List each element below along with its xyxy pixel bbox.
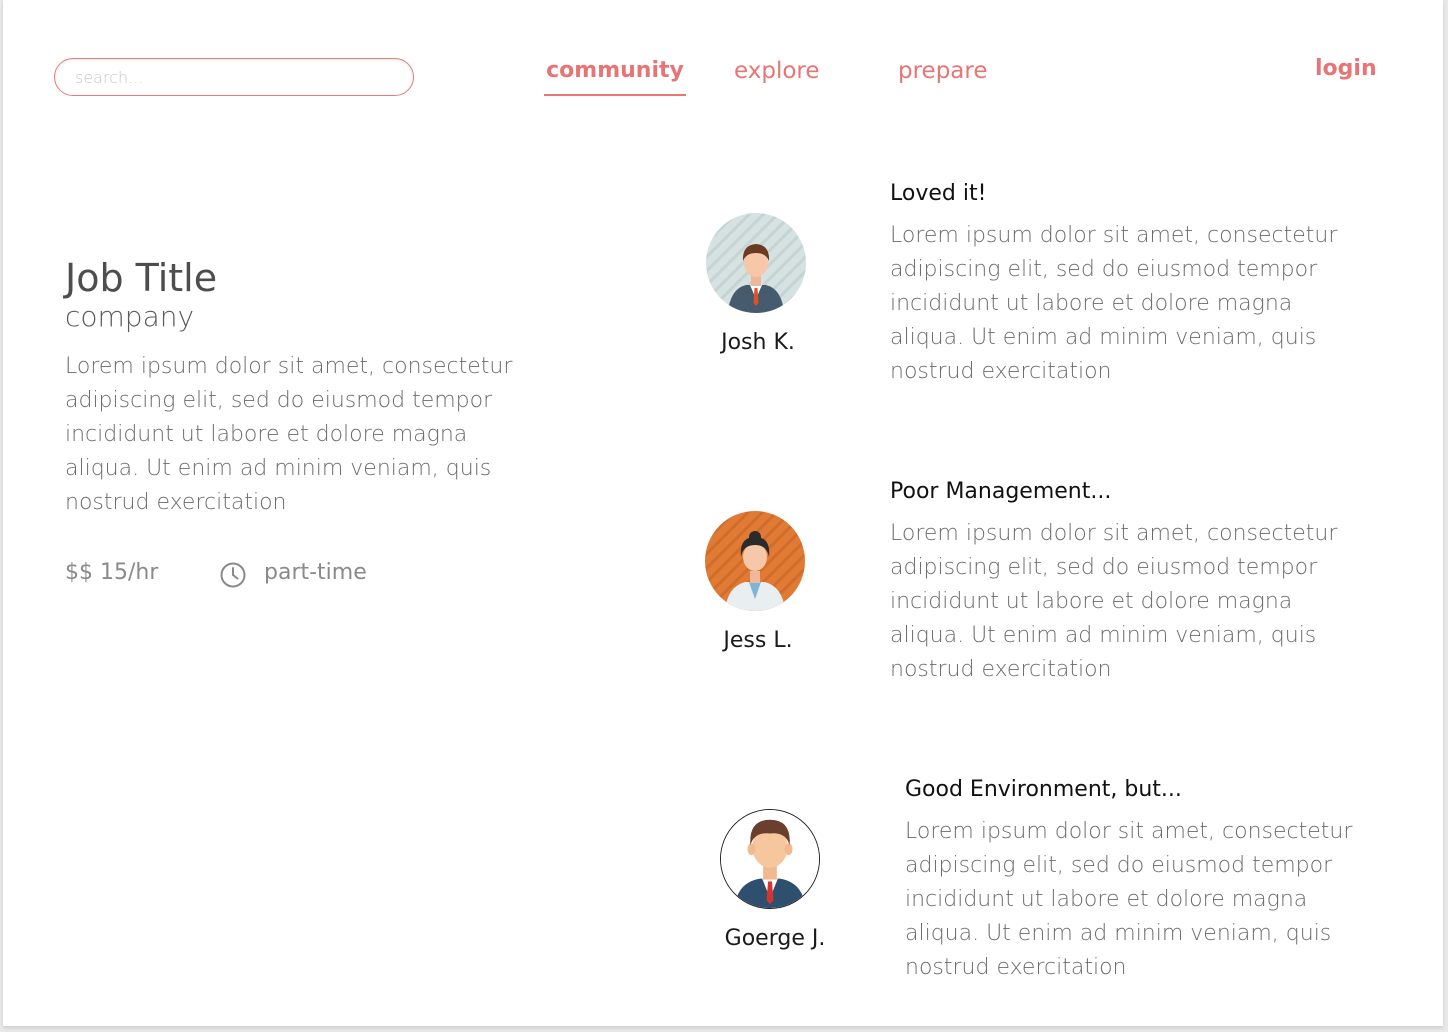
search-input[interactable] — [54, 58, 414, 96]
review-title: Good Environment, but... — [905, 777, 1182, 802]
reviewer-name: Josh K. — [721, 330, 795, 355]
review-title: Poor Management... — [890, 479, 1112, 504]
nav-explore[interactable]: explore — [734, 58, 820, 84]
reviewer-name: Jess L. — [723, 628, 793, 653]
review-body: Lorem ipsum dolor sit amet, consectetur … — [890, 223, 1338, 384]
job-description: Lorem ipsum dolor sit amet, consectetur … — [65, 354, 513, 515]
review-title: Loved it! — [890, 181, 987, 206]
businessman-avatar-icon — [706, 213, 806, 313]
nav-prepare[interactable]: prepare — [898, 58, 988, 84]
doctor-avatar-icon — [705, 511, 805, 611]
reviewer-name: Goerge J. — [724, 926, 826, 951]
page: community explore prepare login Job Titl… — [3, 0, 1443, 1026]
nav-community[interactable]: community — [544, 58, 686, 96]
clock-icon — [220, 562, 246, 588]
review-body: Lorem ipsum dolor sit amet, consectetur … — [905, 819, 1353, 980]
man-avatar-icon — [720, 809, 820, 909]
login-link[interactable]: login — [1315, 56, 1377, 81]
review-body: Lorem ipsum dolor sit amet, consectetur … — [890, 521, 1338, 682]
job-pay: $$ 15/hr — [65, 560, 159, 585]
job-type: part-time — [264, 560, 367, 585]
job-company: company — [65, 300, 195, 333]
job-title: Job Title — [65, 256, 218, 300]
